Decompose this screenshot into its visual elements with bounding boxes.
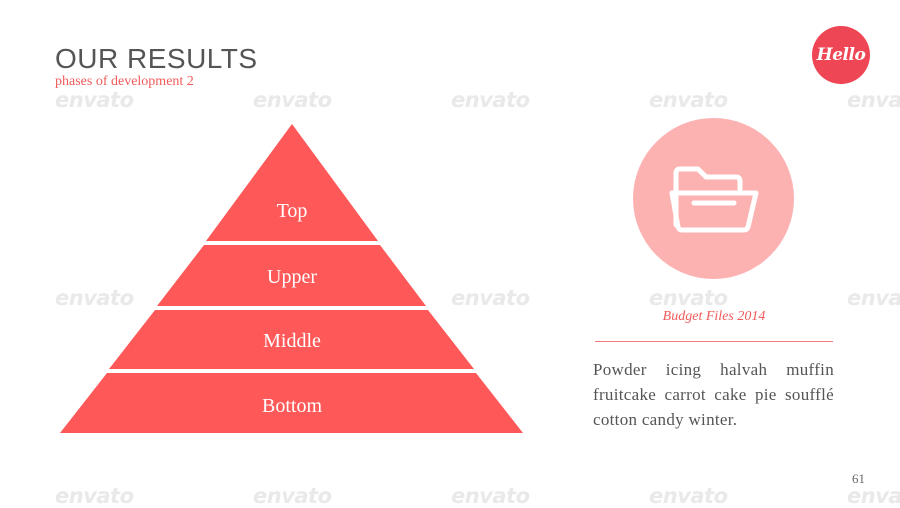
- slide: OUR RESULTS phases of development 2 Hell…: [0, 0, 900, 508]
- caption-divider: [595, 341, 833, 342]
- feature-description: Powder icing halvah muffin fruitcake car…: [593, 360, 834, 429]
- folder-icon: [669, 166, 758, 232]
- pyramid-label-upper: Upper: [267, 266, 317, 288]
- pyramid-tier-top: [206, 124, 378, 241]
- pyramid-label-bottom: Bottom: [262, 395, 322, 417]
- feature-caption: Budget Files 2014: [662, 309, 766, 324]
- pyramid-label-middle: Middle: [263, 330, 321, 352]
- pyramid-label-top: Top: [277, 200, 308, 222]
- folder-icon-circle: [633, 118, 794, 279]
- page-number: 61: [852, 471, 865, 486]
